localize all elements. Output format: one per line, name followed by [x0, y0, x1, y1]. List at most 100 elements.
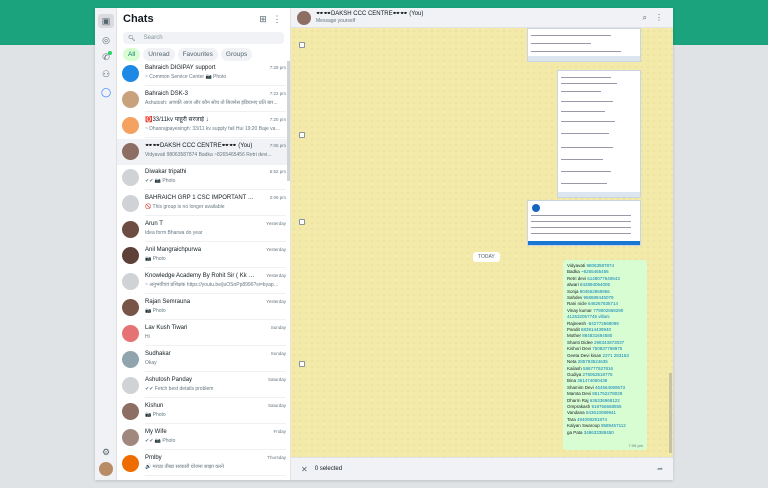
message-time: 7:05 pm — [628, 443, 643, 448]
chat-row[interactable]: Anil Mangraichpurwa 📷 Photo Yesterday — [117, 243, 290, 269]
chat-row[interactable]: 🕶️🕶️DAKSH CCC CENTRE🕶️🕶️ (You) Vidyavati … — [117, 139, 290, 165]
avatar — [122, 403, 139, 420]
phone-link[interactable]: 454564069573 — [595, 385, 625, 390]
chats-icon[interactable]: ▣ — [98, 14, 114, 28]
forward-icon[interactable]: ➦ — [657, 465, 663, 473]
chat-row[interactable]: Pmlby 🔊 मराठा तीखा सरकारी योजना साझा करने… — [117, 451, 290, 477]
filter-groups[interactable]: Groups — [220, 48, 253, 61]
select-checkbox[interactable] — [299, 132, 305, 138]
phone-link[interactable]: 276053518776 — [583, 372, 613, 377]
communities-icon[interactable]: ⚇ — [100, 68, 112, 80]
chat-name: My Wife — [145, 429, 167, 435]
date-divider: TODAY — [473, 252, 500, 262]
chat-time: 2:06 pm — [269, 195, 286, 200]
chat-time: 7:05 pm — [269, 143, 286, 148]
phone-link[interactable]: 851752278029 — [592, 391, 622, 396]
close-icon[interactable]: ✕ — [301, 465, 308, 474]
chat-name: Arun T — [145, 221, 163, 227]
phone-link[interactable]: 2371 283163 — [603, 353, 629, 358]
chat-list-panel: Chats ⊞ ⋮ 🔍︎ Search All Unread Favourite… — [117, 8, 291, 480]
phone-link[interactable]: 298343873037 — [594, 340, 624, 345]
avatar — [122, 117, 139, 134]
avatar — [122, 325, 139, 342]
channels-icon[interactable]: ✆ — [100, 51, 112, 63]
phone-link[interactable]: 5148077640643 — [587, 276, 620, 281]
chat-time: Yesterday — [266, 221, 286, 226]
chat-time: Friday — [273, 429, 286, 434]
chat-name: Kishun — [145, 403, 164, 409]
phone-link[interactable]: 683914439940 — [581, 327, 611, 332]
chat-preview: Idea form Bharwa do year — [145, 230, 203, 236]
phone-link[interactable]: -842772668099 — [587, 321, 619, 326]
new-chat-icon[interactable]: ⊞ — [256, 14, 270, 25]
chat-row[interactable]: Kishun 📷 Photo Saturday — [117, 399, 290, 425]
avatar — [122, 169, 139, 186]
profile-avatar[interactable] — [99, 462, 113, 476]
filter-favourites[interactable]: Favourites — [177, 48, 218, 61]
chat-row[interactable]: Lav Kush Tiwari Hi Sunday — [117, 321, 290, 347]
avatar — [122, 221, 139, 238]
phone-link[interactable]: ~8265465456 — [581, 269, 609, 274]
chat-preview: 🔊 मराठा तीखा सरकारी योजना साझा करने — [145, 464, 224, 470]
chat-row[interactable]: BAHRAICH GRP 1 CSC IMPORTANT UPDAT... 🚫 T… — [117, 191, 290, 217]
chat-row[interactable]: Bahraich DIGIPAY support ~ Common Service… — [117, 61, 290, 87]
text-message[interactable]: Vidyavati 98063587874 Badka ~8265465456 Re… — [563, 260, 647, 450]
chat-name: Knowledge Academy By Rohit Sir ( Kk Sir … — [145, 273, 257, 279]
select-checkbox[interactable] — [299, 361, 305, 367]
phone-link[interactable]: 348633388450 — [584, 430, 614, 435]
image-message[interactable] — [557, 70, 641, 198]
meta-ai-icon[interactable]: ◯ — [100, 86, 112, 98]
phone-link[interactable]: 842894064005 — [580, 282, 610, 287]
search-icon: 🔍︎ — [128, 35, 136, 42]
phone-link[interactable]: 968688445079 — [584, 295, 614, 300]
contact-avatar[interactable] — [297, 10, 311, 25]
message-scrollbar[interactable] — [669, 373, 672, 453]
phone-link[interactable]: 285793524635 — [578, 359, 608, 364]
nav-rail: ▣ ◎ ✆ ⚇ ◯ ⚙ — [95, 8, 117, 480]
chat-row[interactable]: Diwakar tripathi ✔✔ 📷 Photo 6:52 pm — [117, 165, 290, 191]
phone-link[interactable]: 750837768975 — [592, 346, 622, 351]
search-input[interactable]: 🔍︎ Search — [123, 32, 284, 44]
chat-row[interactable]: 🅾️33/11kv पाहूरी सरजाई ↓ ~ Dhanrajpayesin… — [117, 113, 290, 139]
menu-icon[interactable]: ⋮ — [270, 14, 284, 25]
phone-link[interactable]: 412632057745 villani — [567, 314, 610, 319]
phone-link[interactable]: 919766568555 — [592, 404, 622, 409]
avatar — [122, 65, 139, 82]
select-checkbox[interactable] — [299, 42, 305, 48]
phone-link[interactable]: 636336968122 — [590, 398, 620, 403]
search-icon[interactable]: ⌕ — [643, 13, 647, 23]
image-message[interactable] — [527, 28, 641, 62]
chat-row[interactable]: Bahraich DSK-3 Ashutosh: आपकी आज और कौन स… — [117, 87, 290, 113]
filter-unread[interactable]: Unread — [143, 48, 175, 61]
phone-link[interactable]: 646267935714 — [588, 301, 618, 306]
phone-link[interactable]: 494008291874 — [577, 417, 607, 422]
chat-preview: Okay — [145, 360, 157, 366]
phone-link[interactable]: 884831694580 — [582, 333, 612, 338]
filter-all[interactable]: All — [123, 48, 141, 61]
chat-time: Sunday — [270, 351, 286, 356]
chat-row[interactable]: Knowledge Academy By Rohit Sir ( Kk Sir … — [117, 269, 290, 295]
menu-icon[interactable]: ⋮ — [655, 13, 663, 22]
settings-icon[interactable]: ⚙ — [100, 446, 112, 458]
chat-list-scrollbar[interactable] — [287, 61, 290, 181]
phone-link[interactable]: 586777927816 — [583, 366, 613, 371]
chat-name: Anil Mangraichpurwa — [145, 247, 202, 253]
conversation-header[interactable]: 🕶️🕶️DAKSH CCC CENTRE🕶️🕶️ (You) Message y… — [291, 8, 673, 28]
contact-subtitle: Message yourself — [316, 17, 356, 24]
chat-row[interactable]: My Wife ✔✔ 📷 Photo Friday — [117, 425, 290, 451]
phone-link[interactable]: 361474050438 — [577, 378, 607, 383]
chat-row[interactable]: Rajan Semrauna 📷 Photo Yesterday — [117, 295, 290, 321]
select-checkbox[interactable] — [299, 219, 305, 225]
phone-link[interactable]: 804552865956 — [580, 289, 610, 294]
chat-preview: ✔✔ 📷 Photo — [145, 178, 176, 184]
chat-preview: ~ अनुभवीएवं प्रशिक्षक https://youtu.be/j… — [145, 282, 281, 288]
phone-link[interactable]: 843610089941 — [586, 410, 616, 415]
image-message[interactable] — [527, 200, 641, 246]
phone-link[interactable]: 98063587874 — [586, 263, 614, 268]
status-icon[interactable]: ◎ — [100, 34, 112, 46]
chat-row[interactable]: Arun T Idea form Bharwa do year Yesterday — [117, 217, 290, 243]
phone-link[interactable]: 9589457112 — [601, 423, 626, 428]
phone-link[interactable]: 779002868290 — [593, 308, 623, 313]
chat-row[interactable]: Sudhakar Okay Sunday — [117, 347, 290, 373]
chat-row[interactable]: Ashutosh Panday ✔✔ Fetch best details pro… — [117, 373, 290, 399]
